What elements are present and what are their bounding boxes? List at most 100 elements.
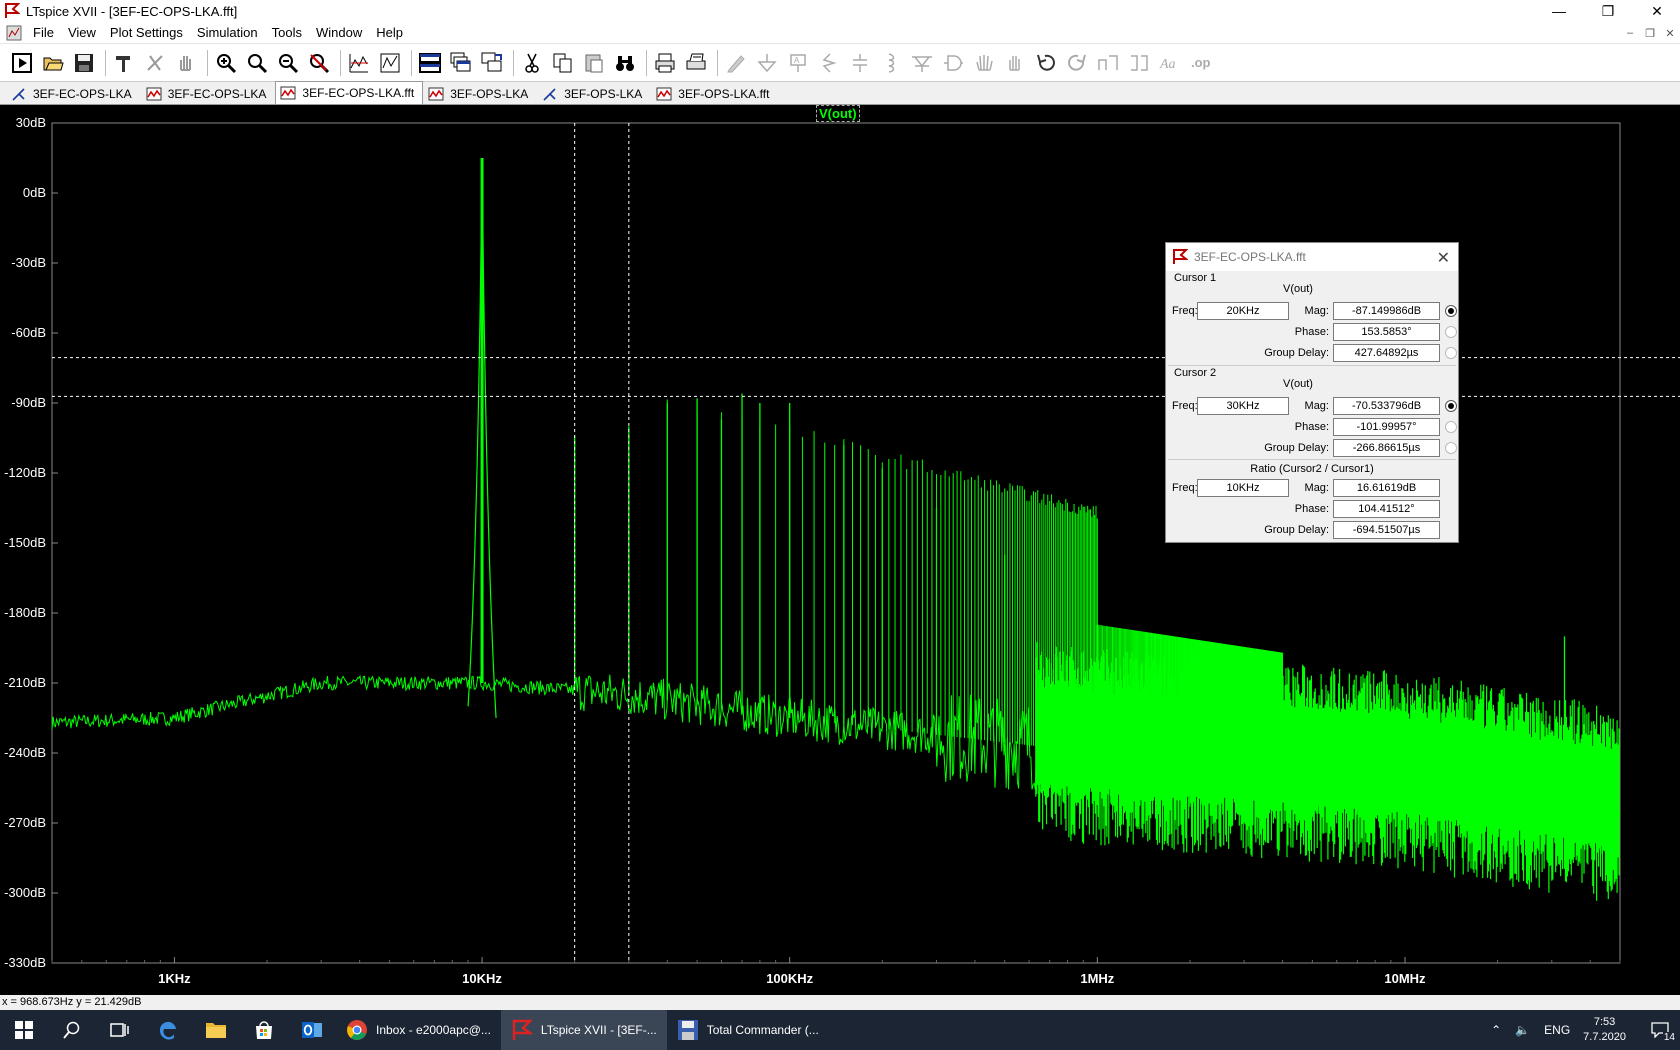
store-taskbar-button[interactable] — [240, 1010, 288, 1050]
find-button[interactable] — [611, 49, 639, 77]
tray-language[interactable]: ENG — [1544, 1023, 1570, 1037]
taskbar-app-total-commander[interactable]: Total Commander (... — [667, 1010, 829, 1050]
undo-button[interactable] — [1032, 49, 1060, 77]
restore-button[interactable]: ❐ — [1585, 0, 1631, 22]
capacitor-button[interactable] — [846, 49, 874, 77]
cursor2-phase-radio[interactable] — [1445, 421, 1457, 433]
zoom-cancel-icon — [310, 53, 330, 73]
menu-help[interactable]: Help — [369, 22, 410, 44]
cursor1-mag-field[interactable]: -87.149986dB — [1333, 302, 1440, 320]
menu-tools[interactable]: Tools — [265, 22, 309, 44]
spice-directive-button[interactable]: .op — [1187, 49, 1215, 77]
waveform-plot[interactable]: V(out) 30dB 0dB -30dB -60dB -90dB -120dB -150d… — [0, 105, 1680, 995]
tile-vertical-button[interactable] — [478, 49, 506, 77]
tray-chevron-up-icon[interactable]: ⌃ — [1491, 1023, 1501, 1037]
start-button[interactable] — [0, 1010, 48, 1050]
zoom-out-button[interactable] — [274, 49, 302, 77]
copy-button[interactable] — [549, 49, 577, 77]
resistor-button[interactable] — [815, 49, 843, 77]
ratio-phase-field[interactable]: 104.41512° — [1333, 500, 1440, 518]
dialog-title-bar[interactable]: 3EF-EC-OPS-LKA.fft — [1166, 243, 1458, 271]
tab-5[interactable]: 3EF-OPS-LKA.fft — [651, 83, 778, 104]
cut-button[interactable] — [518, 49, 546, 77]
cursor2-mag-radio[interactable] — [1445, 400, 1457, 412]
cursor1-group-delay-field[interactable]: 427.64892µs — [1333, 344, 1440, 362]
minimize-button[interactable]: — — [1536, 0, 1582, 22]
trace-label[interactable]: V(out) — [816, 105, 860, 122]
move-button[interactable] — [970, 49, 998, 77]
menu-simulation[interactable]: Simulation — [190, 22, 265, 44]
run-icon — [12, 52, 32, 73]
ground-button[interactable] — [753, 49, 781, 77]
cursor2-group-delay-field[interactable]: -266.86615µs — [1333, 439, 1440, 457]
cursor1-mag-radio[interactable] — [1445, 305, 1457, 317]
paste-button[interactable] — [580, 49, 608, 77]
ratio-freq-field[interactable]: 10KHz — [1197, 479, 1289, 497]
explorer-taskbar-button[interactable] — [192, 1010, 240, 1050]
halt-button[interactable] — [141, 49, 169, 77]
tab-4[interactable]: 3EF-OPS-LKA — [537, 83, 651, 104]
cursor1-phase-radio[interactable] — [1445, 326, 1457, 338]
cursor2-mag-field[interactable]: -70.533796dB — [1333, 397, 1440, 415]
print-button[interactable] — [651, 49, 679, 77]
cursor1-freq-field[interactable]: 20KHz — [1197, 302, 1289, 320]
menu-view[interactable]: View — [61, 22, 103, 44]
mirror-button[interactable] — [1125, 49, 1153, 77]
ratio-mag-field[interactable]: 16.61619dB — [1333, 479, 1440, 497]
plot-settings-button[interactable] — [376, 49, 404, 77]
cursor1-phase-field[interactable]: 153.5853° — [1333, 323, 1440, 341]
menu-file[interactable]: File — [26, 22, 61, 44]
cascade-button[interactable] — [447, 49, 475, 77]
zoom-in-button[interactable] — [212, 49, 240, 77]
print-setup-button[interactable] — [682, 49, 710, 77]
taskbar-app-ltspice[interactable]: LTspice XVII - [3EF-... — [500, 1010, 667, 1050]
cursor2-freq-field[interactable]: 30KHz — [1197, 397, 1289, 415]
mdi-close-button[interactable]: ✕ — [1660, 22, 1680, 44]
save-button[interactable] — [70, 49, 98, 77]
close-window-button[interactable]: ✕ — [1634, 0, 1680, 22]
tab-3[interactable]: 3EF-OPS-LKA — [423, 83, 537, 104]
mdi-minimize-button[interactable]: – — [1620, 22, 1640, 44]
mdi-restore-button[interactable]: ❐ — [1640, 22, 1660, 44]
tab-2[interactable]: 3EF-EC-OPS-LKA.fft — [275, 81, 424, 104]
zoom-in-icon — [217, 53, 237, 73]
control-panel-button[interactable] — [110, 49, 138, 77]
pan-button[interactable] — [172, 49, 200, 77]
ratio-group-delay-field[interactable]: -694.51507µs — [1333, 521, 1440, 539]
component-button[interactable] — [939, 49, 967, 77]
tile-horizontal-button[interactable] — [416, 49, 444, 77]
cursor1-group-delay-label: Group Delay: — [1264, 347, 1329, 359]
tab-0[interactable]: 3EF-EC-OPS-LKA — [6, 83, 141, 104]
search-button[interactable] — [48, 1010, 96, 1050]
inductor-button[interactable] — [877, 49, 905, 77]
volume-icon[interactable]: 🔈 — [1515, 1023, 1530, 1037]
zoom-full-button[interactable] — [243, 49, 271, 77]
tab-1[interactable]: 3EF-EC-OPS-LKA — [141, 83, 276, 104]
waveform-icon — [656, 87, 672, 100]
menu-window[interactable]: Window — [309, 22, 369, 44]
cursor2-group-delay-radio[interactable] — [1445, 442, 1457, 454]
dialog-close-button[interactable]: ✕ — [1437, 248, 1450, 268]
autorange-button[interactable] — [345, 49, 373, 77]
edge-taskbar-button[interactable] — [144, 1010, 192, 1050]
taskbar-app-chrome[interactable]: Inbox - e2000apc@... — [336, 1010, 501, 1050]
plot-canvas[interactable] — [0, 105, 1680, 995]
draw-wire-button[interactable] — [722, 49, 750, 77]
rotate-button[interactable] — [1094, 49, 1122, 77]
document-icon[interactable] — [6, 25, 22, 41]
task-view-button[interactable] — [96, 1010, 144, 1050]
diode-button[interactable] — [908, 49, 936, 77]
open-button[interactable] — [39, 49, 67, 77]
menu-plot-settings[interactable]: Plot Settings — [103, 22, 190, 44]
zoom-cancel-button[interactable] — [305, 49, 333, 77]
cursor1-group-delay-radio[interactable] — [1445, 347, 1457, 359]
redo-button[interactable] — [1063, 49, 1091, 77]
run-button[interactable] — [8, 49, 36, 77]
cursor2-phase-field[interactable]: -101.99957° — [1333, 418, 1440, 436]
outlook-taskbar-button[interactable] — [288, 1010, 336, 1050]
tray-clock[interactable]: 7:53 7.7.2020 — [1583, 1015, 1626, 1045]
label-net-button[interactable]: A — [784, 49, 812, 77]
text-button[interactable]: Aa — [1156, 49, 1184, 77]
drag-button[interactable] — [1001, 49, 1029, 77]
notification-center-button[interactable]: 14 — [1640, 1010, 1680, 1050]
